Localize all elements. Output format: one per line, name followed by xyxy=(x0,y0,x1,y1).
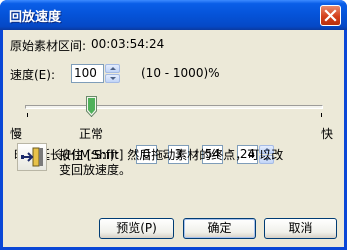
slider-tick-min xyxy=(27,113,28,117)
slider-max-label: 快 xyxy=(321,127,334,141)
close-icon xyxy=(324,9,337,22)
speed-range-text: (10 - 1000)% xyxy=(141,66,220,80)
arrow-down-icon xyxy=(110,77,116,80)
dialog-title: 回放速度 xyxy=(9,10,62,25)
speed-label: 速度(E): xyxy=(10,68,55,82)
close-button[interactable] xyxy=(320,5,341,26)
slider-mid-label: 正常 xyxy=(79,127,104,141)
speed-spinner[interactable] xyxy=(105,64,120,83)
arrow-up-icon xyxy=(110,67,116,70)
slider-tick-max xyxy=(321,113,322,117)
original-range-label: 原始素材区间: xyxy=(10,39,87,53)
speed-slider-thumb[interactable] xyxy=(86,96,97,118)
ok-button[interactable]: 确定 xyxy=(183,218,256,239)
title-bar[interactable]: 回放速度 xyxy=(0,0,347,30)
dialog-client-area: 原始素材区间: 00:03:54:24 速度(E): 100 (10 - 100… xyxy=(3,30,344,247)
speed-up-button[interactable] xyxy=(105,64,120,73)
drag-clip-hint-icon xyxy=(17,143,47,171)
hint-text-line2: 变回放速度。 xyxy=(59,163,132,177)
speed-input[interactable]: 100 xyxy=(71,64,104,83)
preview-button[interactable]: 预览(P) xyxy=(99,218,174,239)
original-range-value: 00:03:54:24 xyxy=(91,37,165,51)
cancel-button[interactable]: 取消 xyxy=(264,218,337,239)
slider-min-label: 慢 xyxy=(10,127,23,141)
dialog-window: 回放速度 原始素材区间: 00:03:54:24 速度(E): 100 (10 … xyxy=(0,0,347,250)
speed-slider-track[interactable] xyxy=(25,105,323,109)
speed-down-button[interactable] xyxy=(105,74,120,83)
